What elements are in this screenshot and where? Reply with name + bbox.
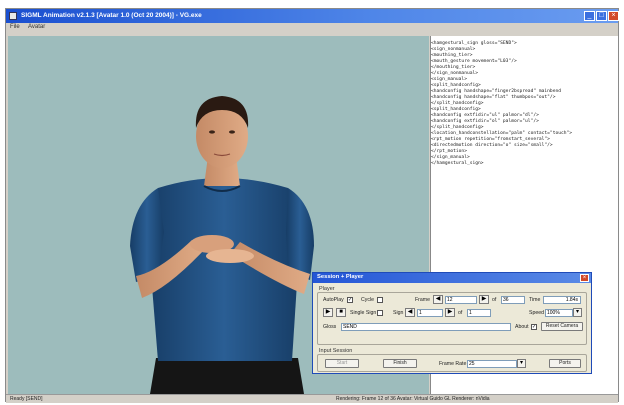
gloss-field: SEND — [341, 323, 511, 331]
stop-icon: ■ — [339, 309, 343, 315]
frame-label: Frame — [415, 297, 430, 303]
reset-camera-button[interactable]: Reset Camera — [541, 322, 583, 331]
xml-line: <mouth_gesture movement="L03"/> — [431, 59, 517, 64]
xml-line: <split_handconfig> — [431, 107, 481, 112]
menu-file[interactable]: File — [10, 24, 20, 30]
maximize-button[interactable]: □ — [596, 11, 607, 21]
xml-line: <sign_manual> — [431, 77, 467, 82]
status-bar: Ready [SEND] Rendering: Frame 12 of 36 A… — [6, 394, 618, 403]
menu-avatar[interactable]: Avatar — [28, 24, 45, 30]
xml-line: </split_handconfig> — [431, 101, 484, 106]
xml-line: </sign_manual> — [431, 155, 470, 160]
xml-line: <directedmotion direction="o" size="smal… — [431, 143, 553, 148]
xml-line: </hamgestural_sign> — [431, 161, 484, 166]
autoplay-checkbox[interactable]: ✓ — [347, 297, 353, 303]
sign-label: Sign — [393, 310, 404, 316]
sign-prev-button[interactable]: ◀ — [405, 308, 415, 317]
time-label: Time — [529, 297, 541, 303]
close-button[interactable]: × — [608, 11, 619, 21]
about-label: About — [515, 324, 529, 330]
xml-line: <handconfig handshape="flat" thumbpos="o… — [431, 95, 556, 100]
dialog-title-bar[interactable]: Session + Player × — [313, 273, 591, 283]
speed-select[interactable]: 100% — [545, 309, 573, 317]
dialog-title: Session + Player — [317, 274, 364, 280]
player-dialog[interactable]: Session + Player × Player AutoPlay ✓ Cyc… — [312, 272, 592, 374]
frame-next-button[interactable]: ▶ — [479, 295, 489, 304]
xml-line: <hamgestural_sign gloss="SEND"> — [431, 41, 517, 46]
xml-line: </split_handconfig> — [431, 125, 484, 130]
app-icon — [9, 12, 17, 20]
frame-of-label: of — [492, 297, 497, 303]
title-bar[interactable]: SIGML Animation v2.1.3 [Avatar 1.0 (Oct … — [6, 9, 619, 23]
sign-total-field: 1 — [467, 309, 491, 317]
start-button[interactable]: Start — [325, 359, 359, 368]
xml-line: <split_handconfig> — [431, 83, 481, 88]
single-sign-label: Single Sign — [350, 310, 377, 316]
speed-dropdown-arrow[interactable]: ▾ — [573, 308, 582, 317]
speed-label: Speed — [529, 310, 545, 316]
frame-rate-dropdown-arrow[interactable]: ▾ — [517, 359, 526, 368]
frame-total-field: 36 — [501, 296, 525, 304]
xml-line: </mouthing_tier> — [431, 65, 476, 70]
autoplay-label: AutoPlay — [323, 297, 344, 303]
sign-next-button[interactable]: ▶ — [445, 308, 455, 317]
window-title: SIGML Animation v2.1.3 [Avatar 1.0 (Oct … — [21, 12, 202, 19]
xml-line: <location_handconstellation="palm" conta… — [431, 131, 573, 136]
time-field: 1.84s — [543, 296, 581, 304]
status-left: Ready [SEND] — [10, 396, 43, 402]
single-sign-checkbox[interactable] — [377, 310, 383, 316]
stop-button[interactable]: ■ — [336, 308, 346, 317]
xml-line: <sign_nonmanual> — [431, 47, 476, 52]
frame-prev-button[interactable]: ◀ — [433, 295, 443, 304]
play-icon: ▶ — [325, 309, 331, 315]
xml-line: <handconfig extfidir="ul" palmor="dl"/> — [431, 113, 539, 118]
sign-of-label: of — [458, 310, 463, 316]
xml-line: <rpt_motion repetition="fromstart_severa… — [431, 137, 550, 142]
xml-line: </rpt_motion> — [431, 149, 467, 154]
frame-rate-label: Frame Rate — [439, 361, 467, 367]
gloss-label: Gloss — [323, 324, 337, 330]
about-checkbox[interactable]: ✓ — [531, 324, 537, 330]
xml-line: <mouthing_tier> — [431, 53, 473, 58]
cycle-checkbox[interactable] — [377, 297, 383, 303]
status-right: Rendering: Frame 12 of 36 Avatar: Virtua… — [336, 396, 490, 402]
ports-button[interactable]: Ports — [549, 359, 581, 368]
xml-line: <handconfig handshape="finger2bspread" m… — [431, 89, 561, 94]
minimize-button[interactable]: _ — [584, 11, 595, 21]
xml-line: <handconfig extfidir="ol" palmor="ul"/> — [431, 119, 539, 124]
menu-bar: File Avatar — [6, 23, 618, 33]
frame-field[interactable]: 12 — [445, 296, 477, 304]
cycle-label: Cycle — [361, 297, 374, 303]
finish-button[interactable]: Finish — [383, 359, 417, 368]
play-button[interactable]: ▶ — [323, 308, 333, 317]
xml-line: </sign_nonmanual> — [431, 71, 479, 76]
dialog-close-button[interactable]: × — [580, 274, 589, 282]
frame-rate-select[interactable]: 25 — [467, 360, 517, 368]
sign-field[interactable]: 1 — [417, 309, 443, 317]
